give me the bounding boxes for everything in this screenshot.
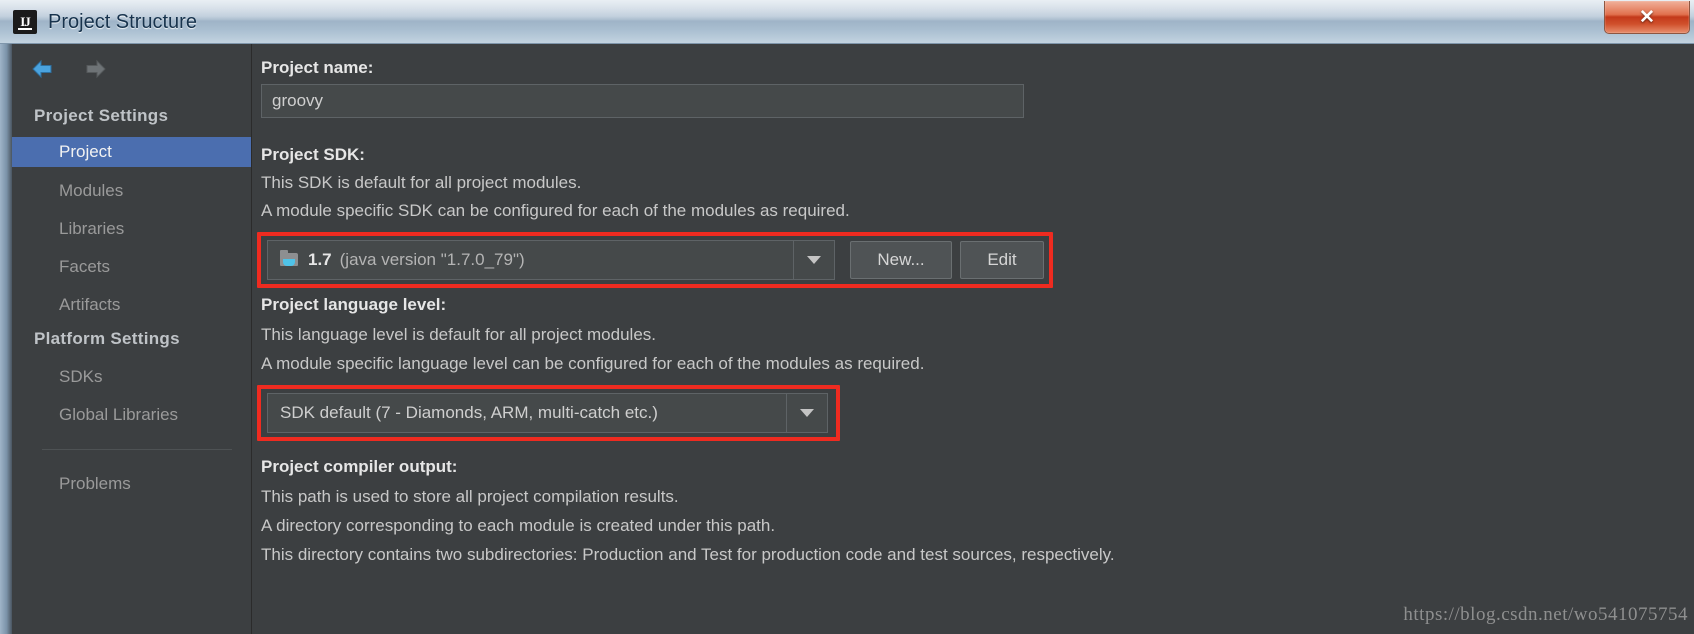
sidebar-item-label: Modules <box>59 181 124 200</box>
language-level-combobox-value: SDK default (7 - Diamonds, ARM, multi-ca… <box>280 403 658 422</box>
sidebar-group-project-settings: Project Settings <box>34 106 169 125</box>
project-sdk-label: Project SDK: <box>261 145 365 164</box>
sidebar-item-artifacts[interactable]: Artifacts <box>12 290 251 320</box>
project-sdk-name: 1.7 <box>308 250 332 269</box>
project-structure-window: IJ Project Structure ✕ Project Settings … <box>0 0 1694 634</box>
project-settings-panel: Project name: Project SDK: This SDK is d… <box>253 44 1694 634</box>
forward-arrow-icon[interactable] <box>82 56 108 82</box>
sidebar-item-project[interactable]: Project <box>12 137 251 167</box>
compiler-output-description-3: This directory contains two subdirectori… <box>261 545 1115 564</box>
language-level-description-2: A module specific language level can be … <box>261 354 925 373</box>
project-name-label: Project name: <box>261 58 374 77</box>
window-title: Project Structure <box>48 11 197 33</box>
chevron-down-icon[interactable] <box>786 394 827 432</box>
navigation-arrows <box>30 56 108 82</box>
project-sdk-combobox[interactable]: 1.7 (java version "1.7.0_79") <box>267 240 835 280</box>
project-name-input[interactable] <box>261 84 1024 118</box>
chevron-down-icon[interactable] <box>793 241 834 279</box>
new-sdk-button[interactable]: New... <box>850 241 952 279</box>
csdn-watermark: https://blog.csdn.net/wo541075754 <box>1403 604 1688 625</box>
back-arrow-icon[interactable] <box>30 56 56 82</box>
compiler-output-label: Project compiler output: <box>261 457 458 476</box>
sidebar-item-label: Global Libraries <box>59 405 179 424</box>
sidebar-item-label: Artifacts <box>59 295 121 314</box>
sidebar-item-libraries[interactable]: Libraries <box>12 214 251 244</box>
sidebar-item-label: SDKs <box>59 367 103 386</box>
project-sdk-description-1: This SDK is default for all project modu… <box>261 173 582 192</box>
sidebar-item-label: Problems <box>59 474 131 493</box>
intellij-idea-icon: IJ <box>13 10 37 34</box>
window-content: Project Settings Project Modules Librari… <box>0 44 1694 634</box>
sidebar-divider <box>42 449 232 450</box>
sdk-folder-java-icon <box>280 250 300 268</box>
settings-sidebar: Project Settings Project Modules Librari… <box>12 44 252 634</box>
language-level-combobox[interactable]: SDK default (7 - Diamonds, ARM, multi-ca… <box>267 393 828 433</box>
compiler-output-description-2: A directory corresponding to each module… <box>261 516 776 535</box>
language-level-description-1: This language level is default for all p… <box>261 325 656 344</box>
project-sdk-description-2: A module specific SDK can be configured … <box>261 201 850 220</box>
project-sdk-detail: (java version "1.7.0_79") <box>339 250 525 269</box>
sidebar-item-facets[interactable]: Facets <box>12 252 251 282</box>
window-left-edge <box>0 44 12 634</box>
sidebar-item-modules[interactable]: Modules <box>12 176 251 206</box>
titlebar-sheen <box>0 0 1694 20</box>
sidebar-item-problems[interactable]: Problems <box>12 469 251 499</box>
edit-sdk-button[interactable]: Edit <box>960 241 1044 279</box>
sidebar-item-sdks[interactable]: SDKs <box>12 362 251 392</box>
sidebar-group-platform-settings: Platform Settings <box>34 329 180 348</box>
sidebar-item-label: Facets <box>59 257 111 276</box>
language-level-label: Project language level: <box>261 295 447 314</box>
close-icon: ✕ <box>1639 6 1655 28</box>
window-titlebar: IJ Project Structure ✕ <box>0 0 1694 44</box>
sidebar-item-label: Project <box>59 142 112 161</box>
close-button[interactable]: ✕ <box>1604 1 1690 34</box>
sidebar-item-label: Libraries <box>59 219 125 238</box>
project-sdk-combobox-value: 1.7 (java version "1.7.0_79") <box>268 241 793 279</box>
compiler-output-description-1: This path is used to store all project c… <box>261 487 679 506</box>
sidebar-item-global-libraries[interactable]: Global Libraries <box>12 400 251 430</box>
